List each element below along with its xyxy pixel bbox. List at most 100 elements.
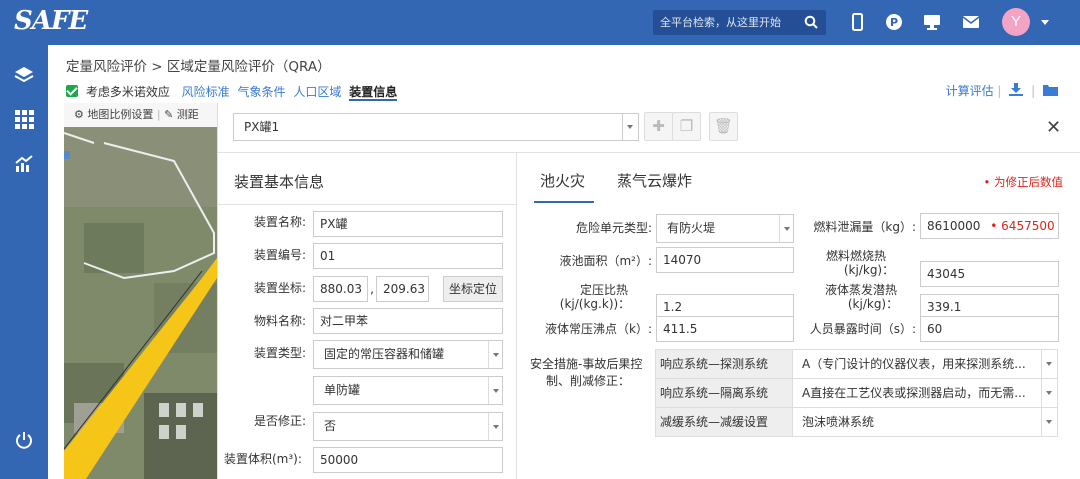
- check-icon: [66, 85, 78, 97]
- left-sidebar: [0, 45, 48, 479]
- volume-input[interactable]: 50000: [313, 447, 503, 473]
- pool-area-input[interactable]: 14070: [656, 247, 794, 273]
- tab-pool-fire[interactable]: 池火灾: [540, 170, 585, 191]
- subnav-population[interactable]: 人口区域: [293, 85, 341, 99]
- folder-icon[interactable]: [1043, 83, 1058, 96]
- chevron-down-icon: [488, 377, 502, 404]
- parking-icon[interactable]: P: [884, 12, 904, 32]
- download-icon[interactable]: [1009, 83, 1024, 96]
- layers-icon[interactable]: [14, 65, 34, 85]
- device-type-value: 固定的常压容器和储罐: [324, 347, 445, 361]
- app-logo[interactable]: SAFE: [14, 6, 88, 36]
- map-view[interactable]: ⚙ 地图比例设置 | ✎ 测距: [64, 103, 217, 479]
- locate-button[interactable]: 坐标定位: [443, 276, 503, 302]
- cp-label-line2: (kj/(kg.k))：: [559, 297, 631, 311]
- latent-label-line1: 液体蒸发潜热: [824, 283, 897, 297]
- safety-label-line2: 制、削减修正：: [546, 374, 631, 388]
- search-icon[interactable]: [804, 15, 818, 29]
- leak-input[interactable]: 8610000 • 6457500: [920, 213, 1059, 239]
- heat-label-line2: (kj/kg)：: [843, 263, 895, 277]
- table-row[interactable]: 响应系统—探测系统 A（专门设计的仪器仪表，用来探测系统...: [655, 349, 1058, 379]
- chevron-down-icon: [622, 114, 638, 140]
- power-icon[interactable]: [14, 430, 34, 450]
- mail-icon[interactable]: [961, 12, 981, 32]
- heat-input[interactable]: 43045: [920, 261, 1059, 287]
- chevron-down-icon[interactable]: [1041, 379, 1057, 407]
- map-measure[interactable]: 测距: [177, 108, 199, 121]
- delete-button[interactable]: 🗑: [709, 112, 738, 141]
- device-code-input[interactable]: 01: [313, 243, 503, 269]
- device-type-select[interactable]: 固定的常压容器和储罐: [313, 340, 503, 369]
- gear-icon: ⚙: [74, 108, 84, 121]
- corrected-select[interactable]: 否: [313, 412, 503, 441]
- breadcrumb: 定量风险评价 > 区域定量风险评价（QRA）: [66, 59, 331, 75]
- volume-label: 装置体积(m³):: [224, 452, 302, 466]
- cp-label: 定压比热 (kj/(kg.k))：: [528, 283, 652, 311]
- device-name-label: 装置名称:: [253, 215, 306, 229]
- domino-checkbox[interactable]: 考虑多米诺效应: [66, 85, 174, 99]
- unit-type-label: 危险单元类型:: [575, 221, 652, 235]
- monitor-icon[interactable]: [922, 12, 942, 32]
- chevron-down-icon[interactable]: [1041, 20, 1049, 25]
- boil-input[interactable]: 411.5: [656, 316, 794, 342]
- user-avatar[interactable]: Y: [1002, 8, 1030, 36]
- device-select-value: PX罐1: [244, 120, 280, 134]
- safety-label-line1: 安全措施-事故后果控: [530, 357, 643, 371]
- chevron-down-icon: [488, 413, 502, 440]
- device-select[interactable]: PX罐1: [233, 113, 639, 141]
- copy-icon: ❐: [679, 117, 694, 135]
- latent-label: 液体蒸发潜热 (kj/kg)：: [796, 283, 916, 311]
- plus-icon: ✚: [652, 117, 665, 135]
- corrected-note: • 为修正后数值: [983, 175, 1063, 189]
- satellite-map-image: [64, 103, 217, 479]
- device-subtype-select[interactable]: 单防罐: [313, 376, 503, 405]
- leak-value: 8610000: [927, 219, 981, 233]
- calc-eval-link[interactable]: 计算评估: [946, 84, 994, 98]
- device-name-input[interactable]: PX罐: [313, 211, 503, 237]
- corrected-value: 否: [324, 419, 337, 433]
- safety-key: 响应系统—隔离系统: [656, 379, 793, 407]
- active-tab-indicator: [534, 201, 594, 203]
- mobile-icon[interactable]: [847, 12, 867, 32]
- add-button[interactable]: ✚: [644, 112, 673, 141]
- device-type-label: 装置类型:: [253, 346, 306, 360]
- right-tools: 计算评估 | |: [946, 82, 1058, 99]
- exposure-input[interactable]: 60: [920, 316, 1059, 342]
- material-label: 物料名称:: [253, 314, 306, 328]
- subnav-risk-standard[interactable]: 风险标准: [182, 85, 230, 99]
- close-icon[interactable]: ✕: [1046, 117, 1061, 138]
- subnav-weather[interactable]: 气象条件: [238, 85, 286, 99]
- grid-icon[interactable]: [14, 109, 34, 129]
- global-search: [653, 10, 826, 35]
- divider: [516, 152, 517, 479]
- coord-y-input[interactable]: 209.63: [376, 276, 429, 302]
- table-row[interactable]: 减缓系统—减缓设置 泡沫喷淋系统: [655, 407, 1058, 437]
- safety-value: 泡沫喷淋系统: [802, 415, 875, 429]
- cp-label-line1: 定压比热: [579, 283, 628, 297]
- subnav-device-info[interactable]: 装置信息: [349, 85, 398, 101]
- latent-label-line2: (kj/kg)：: [847, 297, 899, 311]
- unit-type-select[interactable]: 有防火堤: [656, 214, 794, 243]
- device-subtype-value: 单防罐: [324, 383, 361, 397]
- safety-key: 减缓系统—减缓设置: [656, 408, 793, 436]
- safety-value: A直接在工艺仪表或探测器启动，而无需...: [802, 386, 1026, 400]
- divider: [218, 152, 1080, 153]
- top-bar: SAFE P Y: [0, 0, 1080, 45]
- chart-icon[interactable]: [14, 154, 34, 174]
- safety-label: 安全措施-事故后果控 制、削减修正：: [530, 357, 654, 388]
- exposure-label: 人员暴露时间（s）:: [809, 322, 916, 336]
- pool-area-label: 液池面积（m²）:: [559, 254, 652, 268]
- coord-separator: ,: [370, 282, 374, 296]
- trash-icon: 🗑: [713, 117, 734, 135]
- corrected-label: 是否修正:: [253, 414, 306, 428]
- chevron-down-icon[interactable]: [1041, 408, 1057, 436]
- coord-x-input[interactable]: 880.03: [313, 276, 368, 302]
- copy-button[interactable]: ❐: [672, 112, 701, 141]
- tab-vce[interactable]: 蒸气云爆炸: [617, 170, 692, 191]
- material-input[interactable]: 对二甲苯: [313, 308, 503, 334]
- table-row[interactable]: 响应系统—隔离系统 A直接在工艺仪表或探测器启动，而无需...: [655, 378, 1058, 408]
- map-scale-setting[interactable]: 地图比例设置: [87, 108, 153, 121]
- heat-label-line1: 燃料燃烧热: [825, 249, 886, 263]
- chevron-down-icon[interactable]: [1041, 350, 1057, 378]
- search-input[interactable]: [653, 10, 793, 35]
